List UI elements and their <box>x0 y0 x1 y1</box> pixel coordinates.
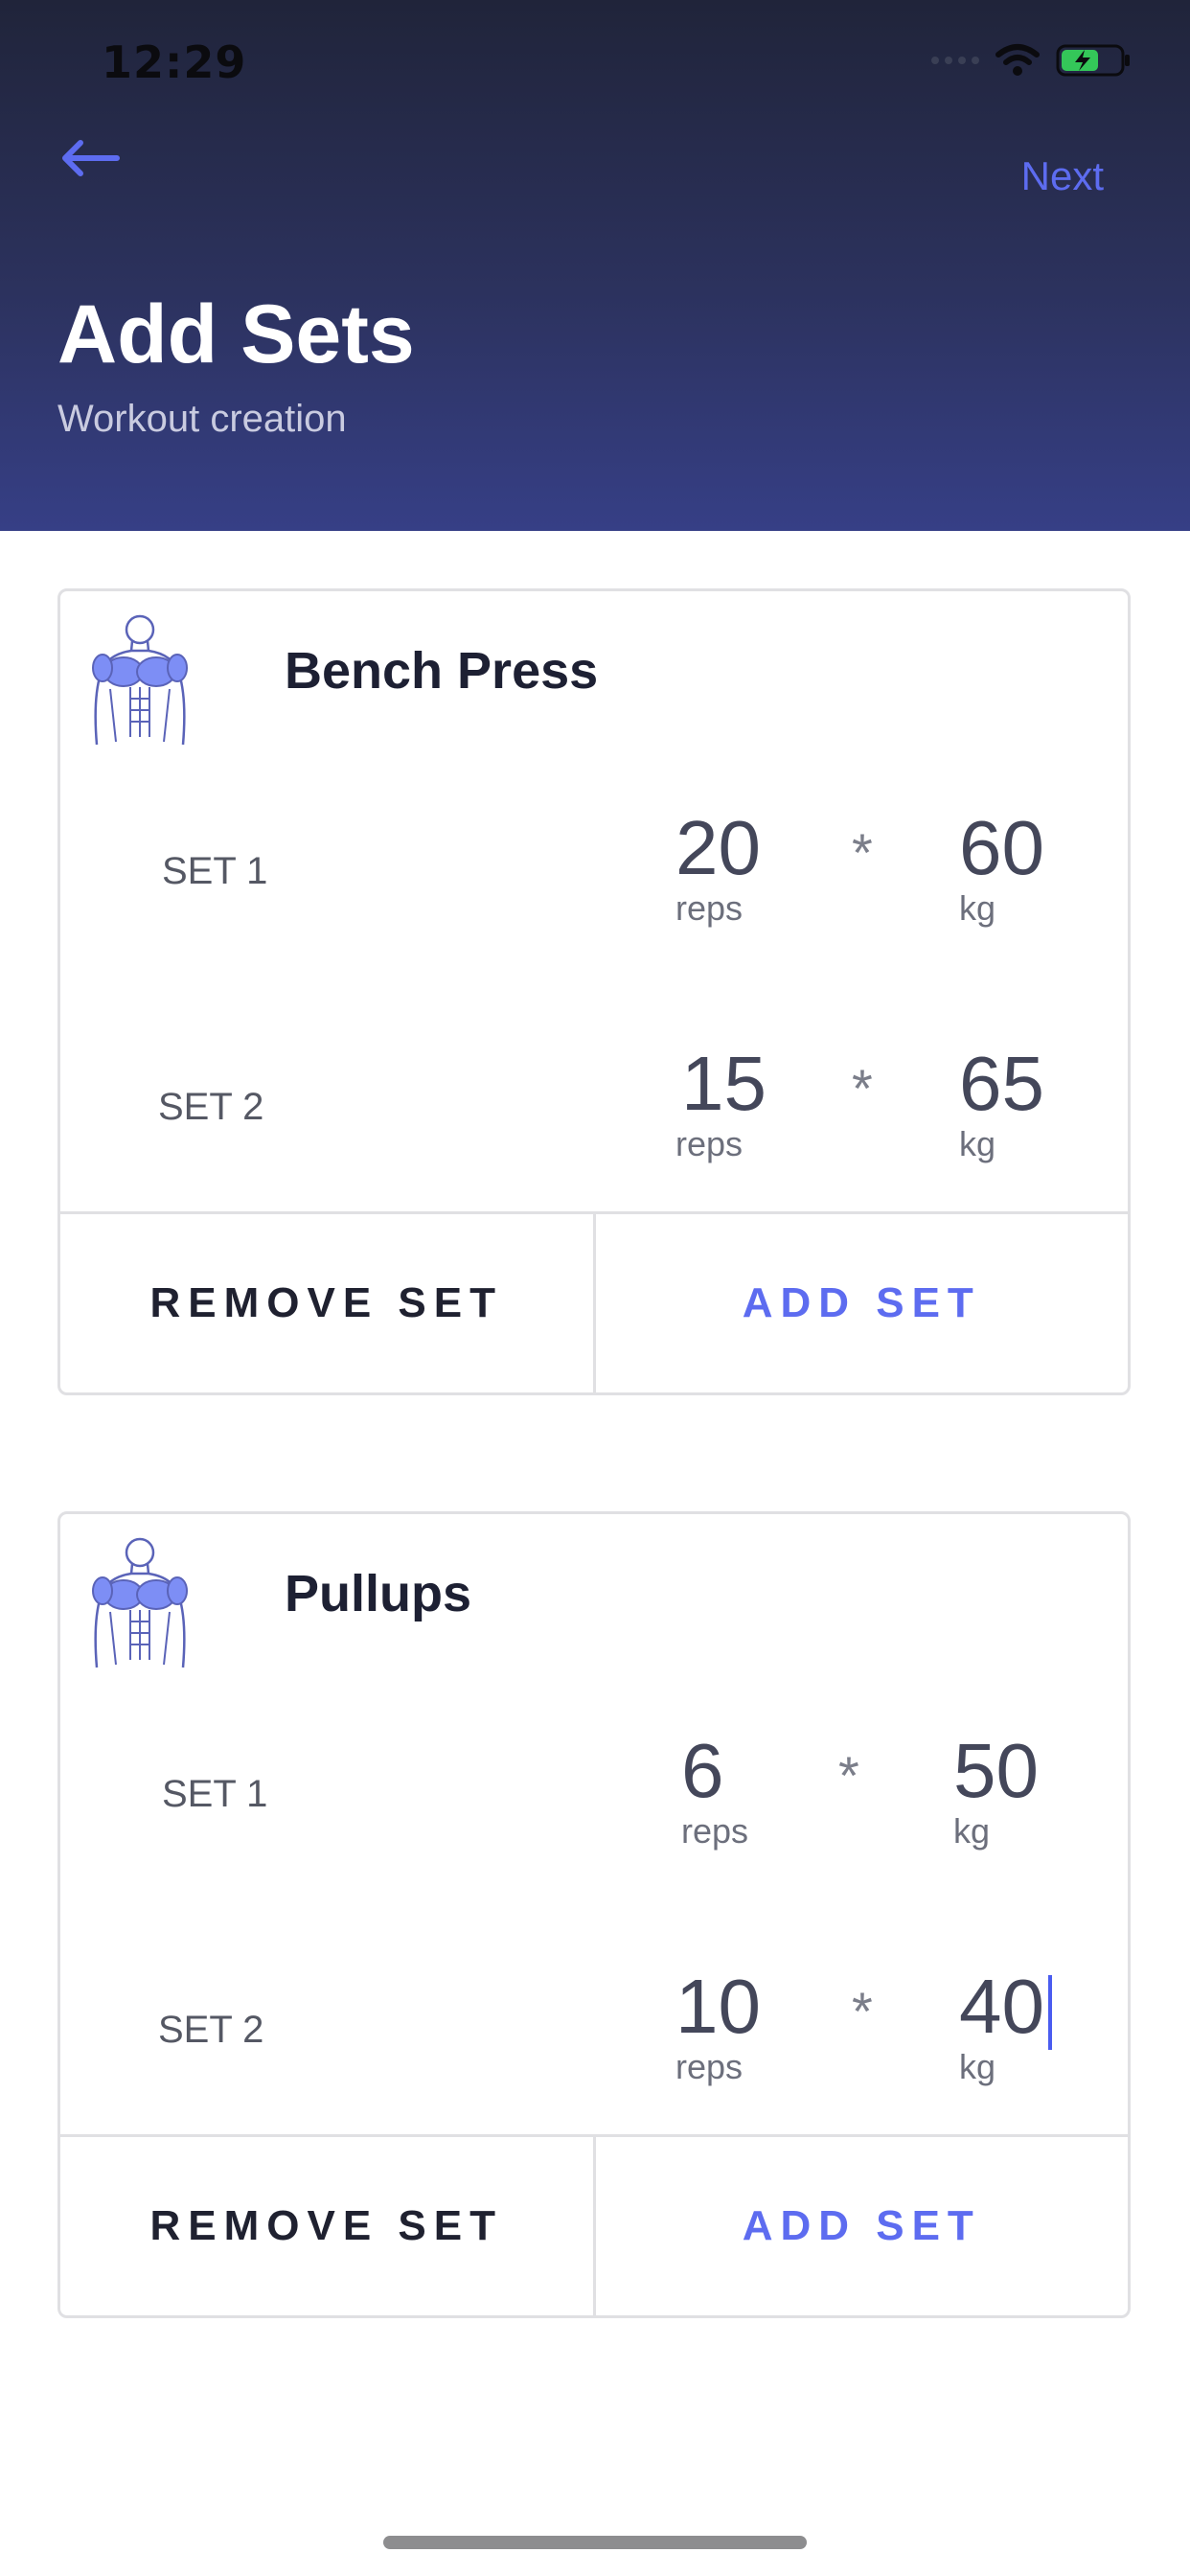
remove-set-button[interactable]: REMOVE SET <box>60 2137 596 2315</box>
multiply-symbol: * <box>852 822 873 883</box>
reps-unit-label: reps <box>681 1811 749 1851</box>
set-label: SET 2 <box>158 2009 264 2051</box>
text-cursor <box>1047 1974 1052 2050</box>
exercise-card-bench-press: Bench Press SET 1 20 reps * 60 kg SET 2 … <box>57 588 1131 1395</box>
set-row: SET 2 10 reps * 40 kg <box>60 1963 1128 2106</box>
reps-input[interactable]: 6 <box>681 1727 724 1815</box>
weight-input[interactable]: 60 <box>959 804 1044 892</box>
multiply-symbol: * <box>852 1981 873 2041</box>
add-set-button[interactable]: ADD SET <box>596 2137 1129 2315</box>
set-label: SET 2 <box>158 1086 264 1128</box>
exercise-name: Pullups <box>285 1565 472 1622</box>
add-set-button[interactable]: ADD SET <box>596 1214 1129 1392</box>
header: 12:29 Next Add Sets Workout creation <box>0 0 1190 531</box>
reps-input[interactable]: 20 <box>675 804 761 892</box>
multiply-symbol: * <box>852 1058 873 1118</box>
card-actions: REMOVE SET ADD SET <box>60 1211 1128 1392</box>
set-row: SET 2 15 reps * 65 kg <box>60 1040 1128 1184</box>
weight-value: 40 <box>959 1964 1044 2049</box>
reps-unit-label: reps <box>675 1124 744 1163</box>
home-indicator <box>383 2536 807 2549</box>
weight-input[interactable]: 50 <box>953 1727 1039 1815</box>
weight-input[interactable]: 65 <box>959 1040 1044 1128</box>
weight-unit-label: kg <box>959 888 996 928</box>
exercise-card-pullups: Pullups SET 1 6 reps * 50 kg SET 2 10 re… <box>57 1511 1131 2318</box>
card-actions: REMOVE SET ADD SET <box>60 2134 1128 2315</box>
page-title: Add Sets <box>57 288 415 380</box>
wifi-icon <box>995 44 1040 76</box>
back-arrow-icon[interactable] <box>57 134 121 182</box>
battery-icon <box>1056 44 1130 77</box>
weight-unit-label: kg <box>953 1811 991 1851</box>
remove-set-button[interactable]: REMOVE SET <box>60 1214 596 1392</box>
weight-unit-label: kg <box>959 2047 996 2086</box>
muscle-body-icon <box>92 1537 188 1668</box>
reps-input[interactable]: 15 <box>681 1040 767 1128</box>
reps-unit-label: reps <box>675 2047 744 2086</box>
weight-input-focused[interactable]: 40 <box>959 1963 1052 2051</box>
muscle-body-icon <box>92 614 188 746</box>
status-time: 12:29 <box>102 36 247 88</box>
set-label: SET 1 <box>162 1773 268 1815</box>
weight-unit-label: kg <box>959 1124 996 1163</box>
set-row: SET 1 20 reps * 60 kg <box>60 804 1128 948</box>
multiply-symbol: * <box>838 1745 859 1806</box>
signal-icon <box>931 57 979 64</box>
status-icons <box>931 42 1133 79</box>
exercise-name: Bench Press <box>285 642 599 700</box>
set-row: SET 1 6 reps * 50 kg <box>60 1727 1128 1871</box>
next-button[interactable]: Next <box>1021 153 1104 199</box>
reps-input[interactable]: 10 <box>675 1963 761 2051</box>
page-subtitle: Workout creation <box>57 398 347 440</box>
set-label: SET 1 <box>162 850 268 892</box>
reps-unit-label: reps <box>675 888 744 928</box>
